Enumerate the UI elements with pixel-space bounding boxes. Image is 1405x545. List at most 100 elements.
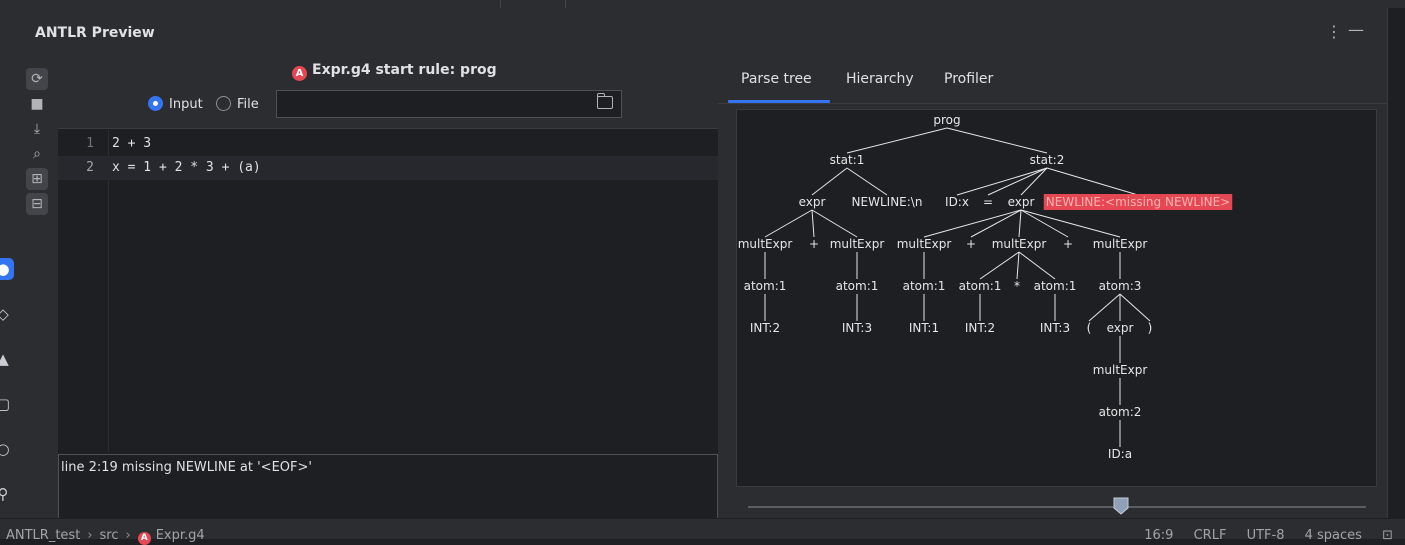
tree-node-label: NEWLINE:<missing NEWLINE> [1046,195,1230,209]
tree-edge [811,209,815,238]
tree-edge [1018,251,1056,280]
diamond-icon[interactable]: ◇ [0,303,14,325]
input-radio-label: Input [169,97,203,112]
tree-node-nl1[interactable]: NEWLINE:\n [852,195,923,209]
tree-node-stat2[interactable]: stat:2 [1030,153,1065,167]
strip-divider [500,0,501,8]
tree-node-prog[interactable]: prog [933,113,960,127]
tree-node-me4[interactable]: multExpr [992,237,1047,251]
editor-line[interactable]: 2 x = 1 + 2 * 3 + (a) [58,156,718,180]
antlr-logo-icon[interactable]: ▲ [0,348,14,370]
tree-node-ida[interactable]: ID:a [1108,447,1132,461]
tree-node-eq[interactable]: = [983,195,993,209]
line-separator[interactable]: CRLF [1194,528,1227,543]
tree-node-me1[interactable]: multExpr [738,237,793,251]
breadcrumb-file[interactable]: Expr.g4 [156,528,205,543]
antlr-preview-icon[interactable]: ● [0,258,14,280]
tree-node-plus2[interactable]: + [966,237,976,251]
tree-node-at3[interactable]: atom:1 [903,279,946,293]
tree-node-at7[interactable]: atom:2 [1099,405,1142,419]
start-rule-label: A Expr.g4 start rule: prog [292,62,497,81]
antlr-preview-tool-window: ANTLR Preview ⋮ — ⟳ ■ ⤓ ⌕ ⊞ ⊟ A Expr.g4 s… [20,8,1387,520]
tree-node-plus3[interactable]: + [1063,237,1073,251]
tree-edge [946,127,1048,154]
zoom-slider-thumb[interactable] [1113,497,1129,515]
more-options-icon[interactable]: ⋮ [1326,22,1342,41]
tree-node-int1[interactable]: INT:1 [909,321,939,335]
window-edge [1387,8,1388,518]
tree-node-int3a[interactable]: INT:3 [842,321,872,335]
tree-edge [1088,293,1121,322]
tab-profiler[interactable]: Profiler [944,71,993,87]
tree-node-expr_a[interactable]: expr [799,195,826,209]
tree-node-expr_b[interactable]: expr [1008,195,1035,209]
tree-node-plus1[interactable]: + [809,237,819,251]
tree-node-at4[interactable]: atom:1 [959,279,1002,293]
tree-node-at1[interactable]: atom:1 [744,279,787,293]
tree-layout-icon[interactable]: ⊞ [26,168,48,190]
tree-node-at2[interactable]: atom:1 [836,279,879,293]
caret-position[interactable]: 16:9 [1144,528,1173,543]
tree-node-me3[interactable]: multExpr [897,237,952,251]
tree-node-at6[interactable]: atom:3 [1099,279,1142,293]
tree-edge [1020,209,1121,238]
tree-node-idx[interactable]: ID:x [945,195,969,209]
tree-node-at5[interactable]: atom:1 [1034,279,1077,293]
antlr-file-icon: A [137,532,151,545]
tab-parse-tree[interactable]: Parse tree [741,71,812,87]
tree-node-rp[interactable]: ) [1148,321,1153,335]
tree-edge [811,209,858,238]
tree-node-me5[interactable]: multExpr [1093,237,1148,251]
stop-icon[interactable]: ■ [26,93,48,115]
file-encoding[interactable]: UTF-8 [1247,528,1285,543]
tree-node-int2a[interactable]: INT:2 [750,321,780,335]
tree-node-int3b[interactable]: INT:3 [1040,321,1070,335]
breadcrumb-project[interactable]: ANTLR_test [6,528,80,543]
editor-line[interactable]: 1 2 + 3 [58,132,718,156]
file-radio[interactable]: File [216,96,259,112]
activity-bar: ● ◇ ▲ ▢ ○ ⚲ [0,8,21,518]
parse-tree-canvas[interactable]: prog stat:1 stat:2 expr NEWLINE:\n ID:x = expr N… [736,109,1377,487]
tree-edge [1016,251,1020,280]
minimize-icon[interactable]: — [1348,20,1364,39]
tree-node-lp[interactable]: ( [1087,321,1092,335]
export-icon[interactable]: ⤓ [26,118,48,140]
file-path-input[interactable] [276,90,622,118]
lock-icon[interactable]: ⊡ [1382,528,1393,543]
tree-node-me2[interactable]: multExpr [830,237,885,251]
tree-node-expr_c[interactable]: expr [1107,321,1134,335]
tree-edge [1020,209,1069,238]
tree-edge [846,127,948,154]
breadcrumb: ANTLR_test › src › A Expr.g4 [6,528,205,545]
zoom-slider-track[interactable] [748,506,1366,508]
error-node[interactable]: NEWLINE:<missing NEWLINE> [1043,194,1233,210]
error-console[interactable]: line 2:19 missing NEWLINE at '<EOF>' [58,454,718,520]
hierarchy-layout-icon[interactable]: ⊟ [26,193,48,215]
tool-window-title: ANTLR Preview [35,25,155,41]
chevron-right-icon: › [87,528,93,543]
terminal-icon[interactable]: ▢ [0,393,14,415]
tree-edge [764,209,813,238]
breadcrumb-folder[interactable]: src [100,528,119,543]
git-icon[interactable]: ⚲ [0,483,14,505]
tree-edge [1119,293,1151,322]
radio-checked-icon [148,96,163,111]
tree-edge [1046,167,1139,196]
strip-divider [565,0,566,8]
tree-node-me6[interactable]: multExpr [1093,363,1148,377]
input-panel: A Expr.g4 start rule: prog Input File 1 2… [58,58,718,520]
folder-icon[interactable] [597,93,613,109]
search-icon[interactable]: ⌕ [26,143,48,165]
tab-hierarchy[interactable]: Hierarchy [846,71,914,87]
indent-setting[interactable]: 4 spaces [1305,528,1362,543]
console-message: line 2:19 missing NEWLINE at '<EOF>' [61,460,312,475]
input-editor[interactable]: 1 2 + 3 2 x = 1 + 2 * 3 + (a) [58,130,718,452]
tree-node-star[interactable]: * [1014,279,1020,293]
problems-icon[interactable]: ○ [0,438,14,460]
tree-node-stat1[interactable]: stat:1 [830,153,865,167]
top-editor-strip [0,0,1405,8]
line-number: 1 [86,136,94,151]
refresh-icon[interactable]: ⟳ [26,68,48,90]
input-radio[interactable]: Input [148,96,203,112]
tree-node-int2b[interactable]: INT:2 [965,321,995,335]
